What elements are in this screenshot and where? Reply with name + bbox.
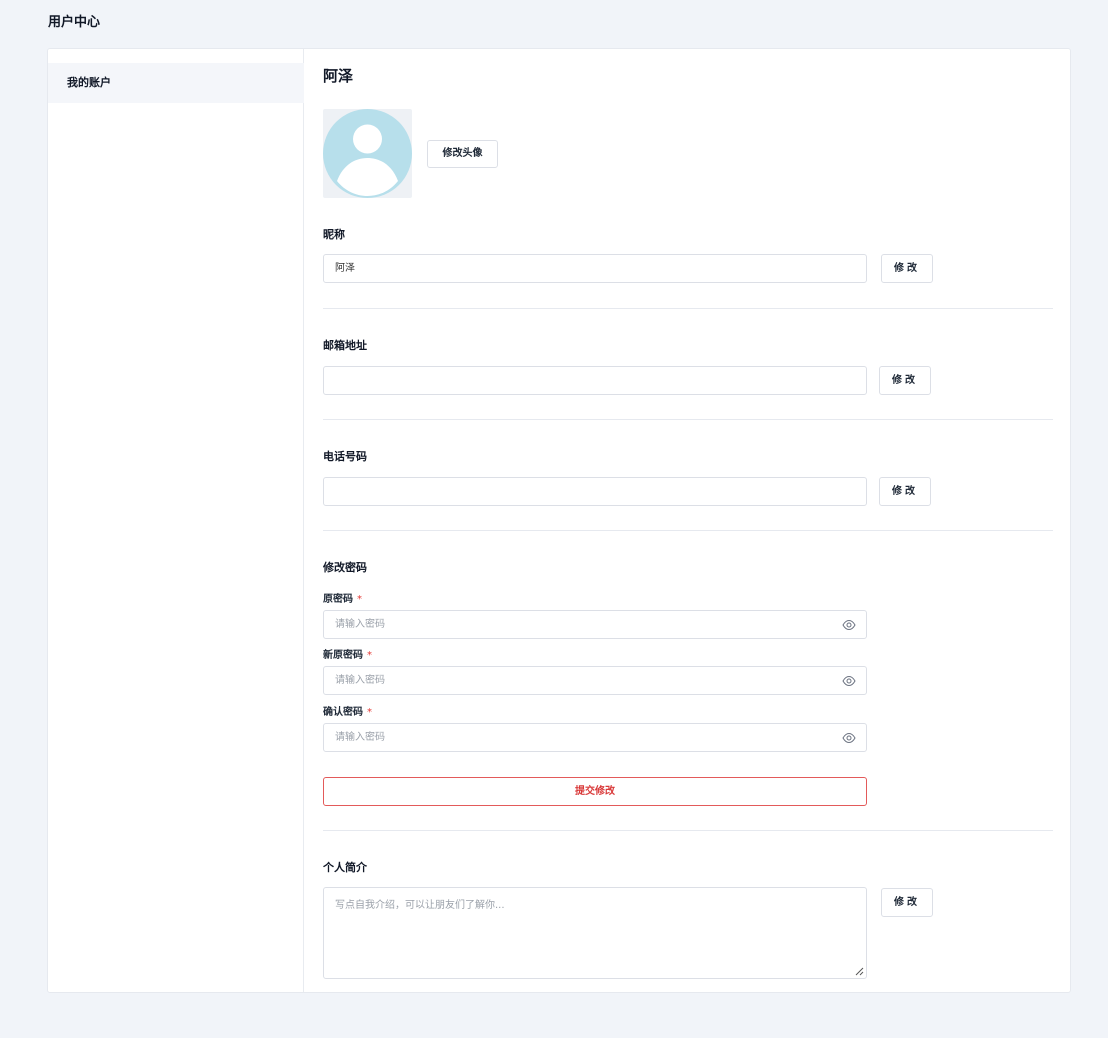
- user-name-heading: 阿泽: [323, 67, 354, 85]
- phone-modify-button[interactable]: 修改: [879, 477, 931, 506]
- password-section-label: 修改密码: [323, 561, 367, 574]
- email-label: 邮箱地址: [323, 339, 367, 352]
- bio-textarea[interactable]: 写点自我介绍，可以让朋友们了解你...: [323, 887, 867, 979]
- user-avatar-icon: [323, 109, 412, 198]
- avatar: [323, 109, 412, 198]
- old-password-label: 原密码 *: [323, 590, 362, 605]
- confirm-password-input[interactable]: 请输入密码: [323, 723, 867, 752]
- sidebar: 我的账户: [48, 49, 304, 992]
- bio-placeholder: 写点自我介绍，可以让朋友们了解你...: [335, 900, 505, 911]
- change-avatar-button[interactable]: 修改头像: [427, 140, 498, 168]
- old-password-input[interactable]: 请输入密码: [323, 610, 867, 639]
- user-center-card: 我的账户 阿泽 修改头像 昵称 阿泽 修改 邮箱地址 修改 电话号码 修改 修改…: [47, 48, 1071, 993]
- new-password-input[interactable]: 请输入密码: [323, 666, 867, 695]
- email-modify-button[interactable]: 修改: [879, 366, 931, 395]
- nickname-label: 昵称: [323, 228, 345, 241]
- nickname-modify-button[interactable]: 修改: [881, 254, 933, 283]
- eye-icon[interactable]: [842, 619, 856, 631]
- eye-icon[interactable]: [842, 732, 856, 744]
- divider: [323, 830, 1053, 831]
- required-mark: *: [367, 650, 372, 661]
- bio-label: 个人简介: [323, 861, 367, 874]
- sidebar-item-my-account[interactable]: 我的账户: [48, 63, 304, 103]
- confirm-password-placeholder: 请输入密码: [335, 732, 385, 743]
- divider: [323, 419, 1053, 420]
- new-password-label-text: 新原密码: [323, 650, 363, 661]
- bio-modify-button[interactable]: 修改: [881, 888, 933, 917]
- nickname-input[interactable]: 阿泽: [323, 254, 867, 283]
- phone-label: 电话号码: [323, 450, 367, 463]
- confirm-password-label-text: 确认密码: [323, 707, 363, 718]
- submit-password-button[interactable]: 提交修改: [323, 777, 867, 806]
- required-mark: *: [367, 707, 372, 718]
- old-password-placeholder: 请输入密码: [335, 619, 385, 630]
- new-password-placeholder: 请输入密码: [335, 675, 385, 686]
- old-password-label-text: 原密码: [323, 594, 353, 605]
- page-title: 用户中心: [48, 15, 101, 30]
- divider: [323, 530, 1053, 531]
- divider: [323, 308, 1053, 309]
- new-password-label: 新原密码 *: [323, 646, 372, 661]
- eye-icon[interactable]: [842, 675, 856, 687]
- account-panel: 阿泽 修改头像 昵称 阿泽 修改 邮箱地址 修改 电话号码 修改 修改密码 原密…: [323, 49, 1053, 992]
- phone-input[interactable]: [323, 477, 867, 506]
- confirm-password-label: 确认密码 *: [323, 703, 372, 718]
- email-input[interactable]: [323, 366, 867, 395]
- resize-handle-icon[interactable]: [854, 966, 864, 976]
- required-mark: *: [357, 594, 362, 605]
